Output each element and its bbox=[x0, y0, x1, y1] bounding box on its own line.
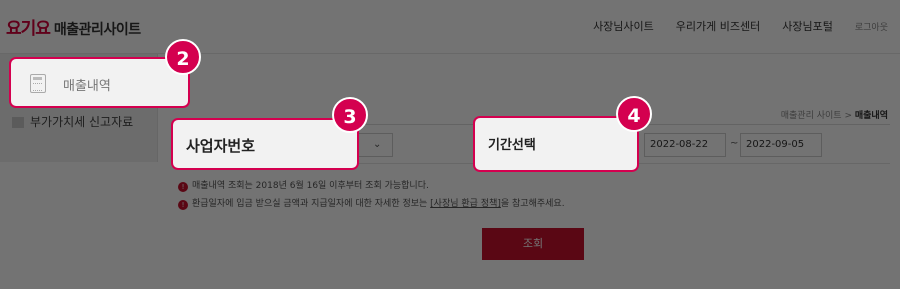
chevron-down-icon: ⌄ bbox=[373, 139, 382, 150]
sidebar-item-vat-report[interactable]: 부가가치세 신고자료 bbox=[12, 112, 152, 132]
step-badge: 2 bbox=[165, 39, 201, 75]
document-icon bbox=[12, 117, 24, 128]
sidebar-item-label: 부가가치세 신고자료 bbox=[30, 115, 134, 129]
nav-owner-portal[interactable]: 사장님포털 bbox=[782, 18, 833, 34]
date-to-input[interactable]: 2022-09-05 bbox=[740, 133, 822, 157]
callout-label: 매출내역 bbox=[63, 79, 111, 94]
nav-biz-center[interactable]: 우리가게 비즈센터 bbox=[676, 18, 760, 34]
page: 요기요 매출관리사이트 사장님사이트 우리가게 비즈센터 사장님포털 로그아웃 … bbox=[0, 0, 900, 289]
notice-text-suffix: 을 참고해주세요. bbox=[500, 199, 565, 209]
callout-sales-history[interactable]: 매출내역 bbox=[9, 57, 190, 108]
notice-date-limit: ! 매출내역 조회는 2018년 6월 16일 이후부터 조회 가능합니다. bbox=[178, 178, 429, 192]
callout-label: 사업자번호 bbox=[186, 137, 256, 155]
notice-text-prefix: 환급일자에 입금 받으실 금액과 지급일자에 대한 자세한 정보는 bbox=[192, 199, 431, 209]
callout-label: 기간선택 bbox=[488, 138, 536, 153]
notice-text: 매출내역 조회는 2018년 6월 16일 이후부터 조회 가능합니다. bbox=[192, 181, 429, 191]
search-button[interactable]: 조회 bbox=[482, 228, 584, 260]
step-badge: 4 bbox=[616, 96, 652, 132]
breadcrumb-separator: > bbox=[844, 111, 852, 121]
top-navigation: 사장님사이트 우리가게 비즈센터 사장님포털 로그아웃 bbox=[571, 18, 888, 34]
warning-icon: ! bbox=[178, 200, 188, 210]
calculator-icon bbox=[30, 74, 46, 93]
breadcrumb: 매출관리 사이트 > 매출내역 bbox=[781, 108, 888, 121]
breadcrumb-parent[interactable]: 매출관리 사이트 bbox=[781, 111, 842, 121]
warning-icon: ! bbox=[178, 182, 188, 192]
date-from-input[interactable]: 2022-08-22 bbox=[644, 133, 726, 157]
brand-logo: 요기요 bbox=[6, 19, 51, 39]
logo[interactable]: 요기요 매출관리사이트 bbox=[6, 14, 141, 39]
refund-policy-link[interactable]: [사장님 환급 정책] bbox=[430, 199, 501, 209]
logout-link[interactable]: 로그아웃 bbox=[855, 20, 888, 33]
nav-owner-site[interactable]: 사장님사이트 bbox=[593, 18, 654, 34]
breadcrumb-current: 매출내역 bbox=[854, 111, 888, 121]
date-range-separator: ~ bbox=[730, 138, 739, 149]
site-title: 매출관리사이트 bbox=[53, 22, 141, 38]
business-number-select[interactable]: ⌄ bbox=[358, 133, 393, 157]
header: 요기요 매출관리사이트 사장님사이트 우리가게 비즈센터 사장님포털 로그아웃 bbox=[0, 0, 900, 54]
notice-refund-policy: ! 환급일자에 입금 받으실 금액과 지급일자에 대한 자세한 정보는 [사장님 … bbox=[178, 196, 565, 210]
callout-business-number[interactable]: 사업자번호 bbox=[171, 118, 359, 170]
step-badge: 3 bbox=[332, 97, 368, 133]
callout-period-select[interactable]: 기간선택 bbox=[473, 116, 639, 172]
